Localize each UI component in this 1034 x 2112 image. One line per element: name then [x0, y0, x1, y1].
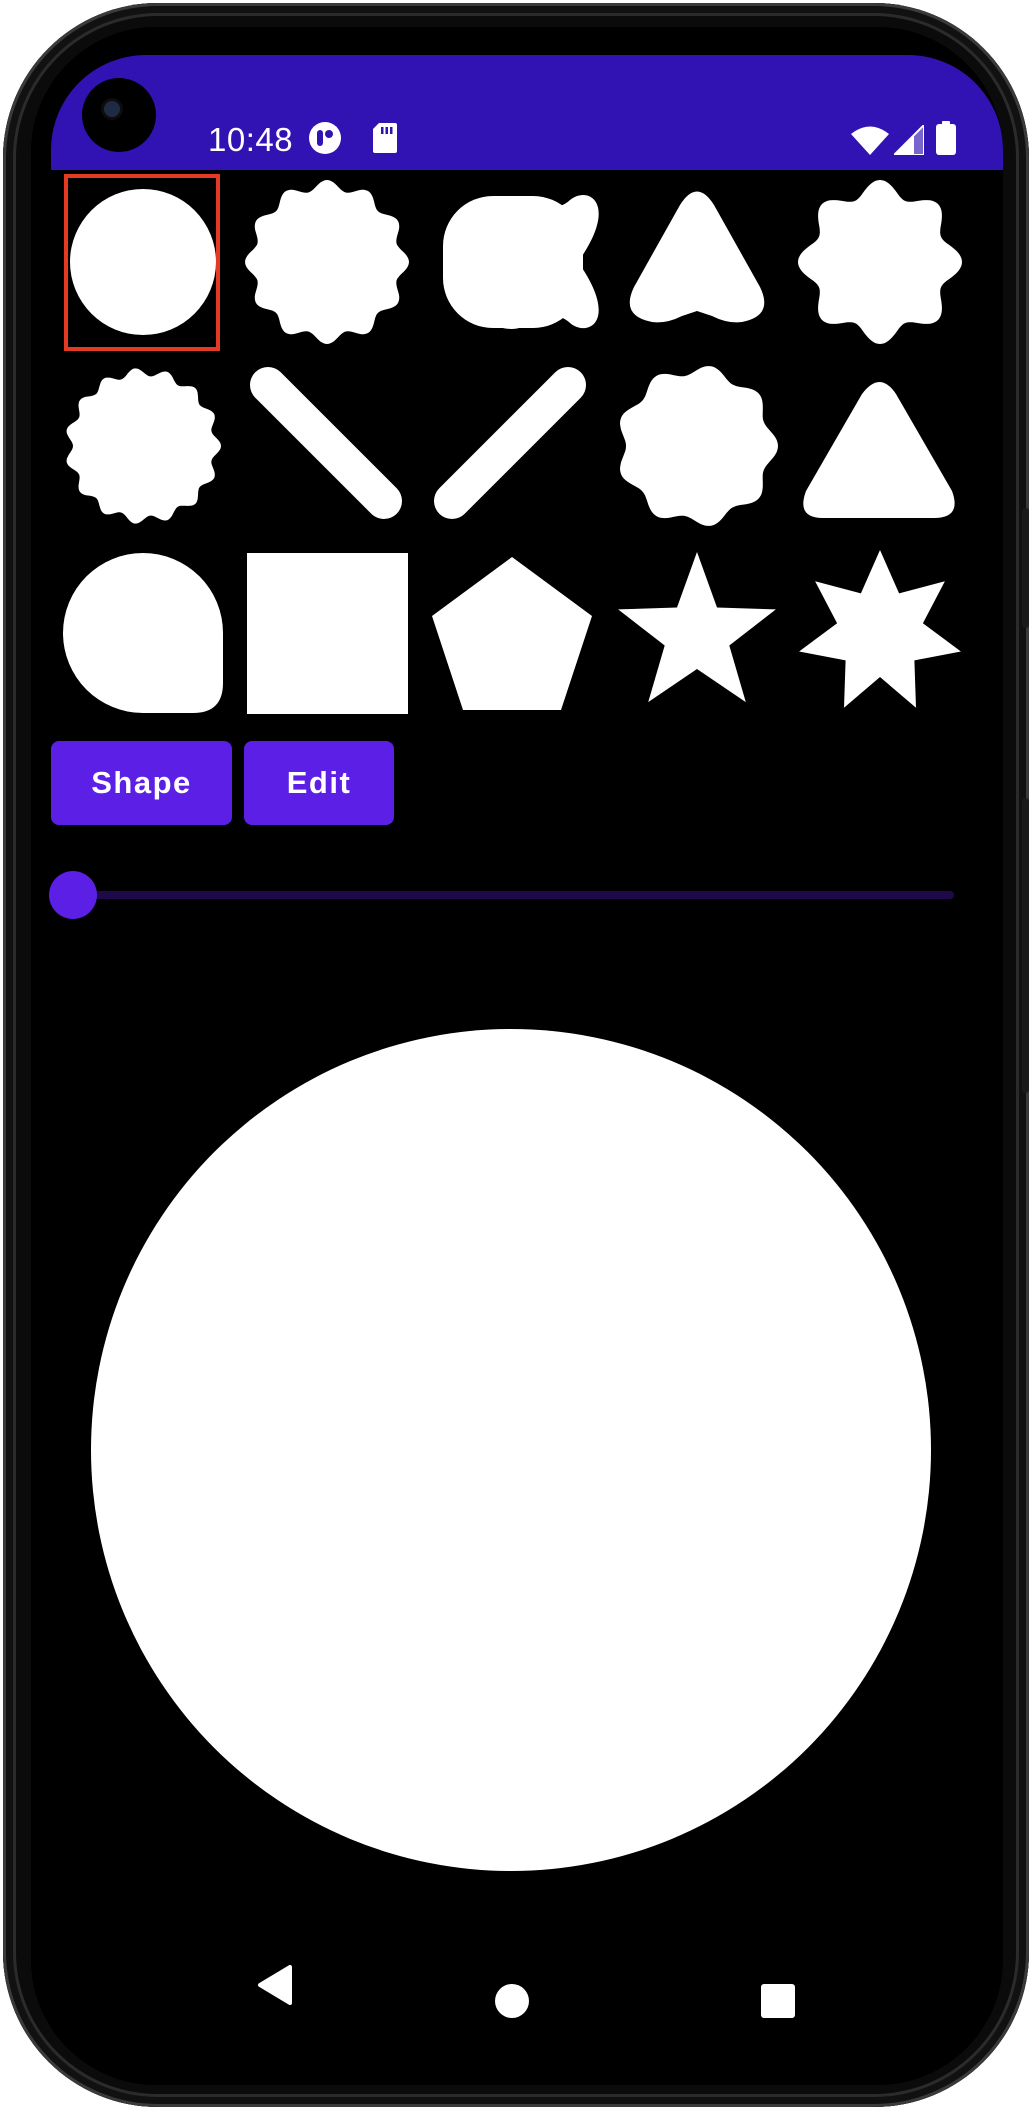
slider-thumb[interactable]	[49, 871, 97, 919]
shape-option-star-7[interactable]	[799, 550, 961, 708]
power-button	[1022, 798, 1029, 1093]
edit-button[interactable]: Edit	[244, 741, 394, 825]
shape-option-rounded-triangle[interactable]	[629, 191, 765, 323]
shape-option-square[interactable]	[247, 553, 408, 714]
recents-icon	[761, 1984, 795, 2018]
shape-option-triangle-up[interactable]	[803, 382, 955, 518]
shape-option-star-5[interactable]	[618, 552, 776, 703]
preview-circle	[91, 1029, 931, 1871]
shape-option-wavy-circle-15[interactable]	[66, 368, 221, 524]
shape-option-scalloped[interactable]	[245, 180, 409, 344]
shape-option-pill-left[interactable]	[250, 367, 402, 519]
home-icon	[495, 1984, 529, 2018]
shape-option-wavy-circle-9[interactable]	[620, 366, 778, 526]
selected-shape-indicator	[64, 174, 220, 351]
back-icon	[258, 1965, 292, 2005]
shape-button[interactable]: Shape	[51, 741, 232, 825]
slider-track[interactable]	[74, 891, 954, 899]
screen: 10:48 Shape Edit	[31, 27, 1003, 2085]
shape-option-pill-right[interactable]	[434, 367, 586, 519]
shape-option-tear-drop[interactable]	[63, 553, 223, 713]
shape-grid	[63, 180, 962, 714]
shape-option-wavy-star-8[interactable]	[798, 180, 962, 344]
volume-button	[1022, 508, 1029, 628]
shape-option-clover[interactable]	[443, 194, 599, 329]
shape-option-pentagon[interactable]	[432, 557, 592, 710]
